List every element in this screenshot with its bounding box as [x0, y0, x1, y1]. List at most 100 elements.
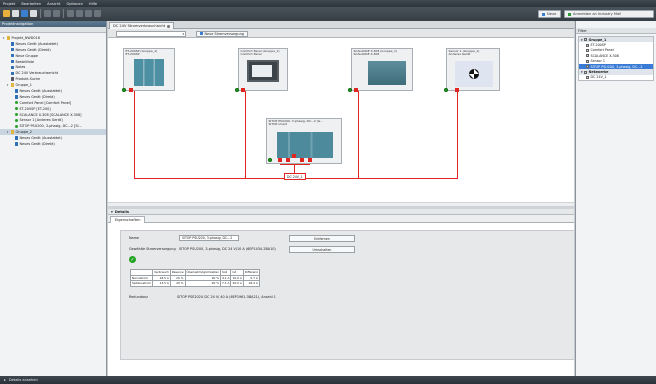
power-port[interactable]: [278, 158, 282, 162]
power-port[interactable]: [354, 88, 358, 92]
filter-checkbox[interactable]: ✓: [586, 54, 589, 58]
network-canvas[interactable]: ET-200SP (Gruppe_1) ET-200SP Comfort Pane…: [108, 38, 574, 206]
dc24v-bus-label[interactable]: DC 24V_1: [284, 173, 306, 180]
chevron-down-icon[interactable]: ▾: [581, 70, 583, 74]
toolbar-separator: [40, 9, 41, 18]
table-cell: 18.4 A: [242, 280, 260, 287]
check-ok-icon: ✓: [129, 256, 136, 263]
filter-checkbox[interactable]: ✓: [586, 75, 589, 79]
filter-checkbox[interactable]: ✓: [584, 38, 587, 42]
redo-icon[interactable]: [53, 10, 60, 17]
menu-item[interactable]: Optionen: [66, 2, 82, 6]
tree-item[interactable]: Neues Gerät (Direkt): [0, 141, 106, 147]
tree-item-label: Comfort Panel [Comfort Panel]: [19, 100, 72, 105]
paste-icon[interactable]: [85, 10, 92, 17]
power-port[interactable]: [241, 88, 245, 92]
device-et200sp[interactable]: ET-200SP (Gruppe_1) ET-200SP: [123, 48, 175, 91]
filter-item-label: DC 24V_1: [590, 75, 607, 80]
delete-icon[interactable]: [94, 10, 101, 17]
table-cell: 90 %: [184, 280, 221, 287]
item-icon: [10, 77, 14, 81]
switch-button[interactable]: Umschalten: [289, 246, 355, 253]
item-icon: [10, 59, 14, 64]
expand-toggle-icon[interactable]: ▾: [6, 83, 9, 87]
view-select[interactable]: ▾: [116, 30, 186, 37]
device-sensor-1[interactable]: Sensor 1 (Gruppe_1) Anderes Gerät: [446, 48, 500, 91]
save-icon[interactable]: [21, 10, 28, 17]
item-icon: [10, 65, 14, 70]
menu-item[interactable]: Projekt: [3, 2, 15, 6]
new-button[interactable]: Neue: [538, 10, 561, 18]
wire-scalance: [358, 90, 360, 179]
project-navigation-pane: Projektnavigation ▾ Projekt_NWD018 Neues G…: [0, 21, 107, 376]
filter-item[interactable]: ✓ SITOP PSU200, 3-phasig, DC...2: [579, 63, 653, 70]
status-text[interactable]: Details ansehen: [9, 378, 38, 382]
close-icon[interactable]: [167, 24, 171, 28]
tree-item-label: ET-200SP [ET-200]: [19, 106, 51, 111]
device-comfort-panel[interactable]: Comfort Panel (Gruppe_1) Comfort Panel: [238, 48, 288, 91]
open-icon[interactable]: [12, 10, 19, 17]
power-port[interactable]: [300, 158, 304, 162]
cut-icon[interactable]: [67, 10, 74, 17]
remove-button[interactable]: Entfernen: [289, 235, 355, 242]
filter-item-label: SITOP PSU200, 3-phasig, DC...2: [590, 64, 643, 69]
chevron-down-icon: ▾: [182, 31, 184, 36]
device-scalance-x308[interactable]: SCALANCE X-308 (Gruppe_1) SCALANCE X-308: [351, 48, 413, 91]
power-port[interactable]: [129, 88, 133, 92]
filter-checkbox[interactable]: ✓: [584, 70, 587, 74]
copy-icon[interactable]: [76, 10, 83, 17]
menu-item[interactable]: Hilfe: [89, 2, 97, 6]
item-icon: [10, 53, 14, 58]
power-port[interactable]: [308, 158, 312, 162]
redundancy-value: SITOP PSE202U DC 24 V/ 40 A (6EP1961-3BA…: [177, 295, 276, 299]
folder-icon: [10, 130, 14, 134]
filter-item[interactable]: ✓ DC 24V_1: [579, 75, 653, 80]
power-port[interactable]: [292, 154, 296, 158]
column-header: Reserve: [169, 269, 186, 276]
mall-icon: [568, 12, 571, 16]
power-port[interactable]: [455, 88, 459, 92]
expand-toggle-icon[interactable]: ▾: [2, 36, 5, 40]
hmi-screen: [252, 65, 272, 77]
wire-comfort: [245, 90, 247, 179]
device-name: Sensor 1 (Gruppe_1) Anderes Gerät: [449, 49, 480, 57]
redundancy-label: Redundanz: [129, 295, 148, 299]
print-icon[interactable]: [30, 10, 37, 17]
folder-icon: [6, 36, 10, 40]
toolbar-separator: [63, 9, 64, 18]
undo-icon[interactable]: [44, 10, 51, 17]
power-port[interactable]: [286, 158, 290, 162]
filter-checkbox[interactable]: ✓: [586, 65, 589, 69]
status-ok-icon: [122, 88, 126, 92]
item-icon: [14, 136, 18, 140]
tab-properties[interactable]: Eigenschaften: [110, 216, 146, 223]
filter-checkbox[interactable]: ✓: [586, 59, 589, 63]
new-power-supply-button[interactable]: Neue Stromversorgung: [196, 30, 248, 37]
wire-et200: [134, 90, 136, 179]
expand-toggle-icon[interactable]: ▾: [6, 130, 9, 134]
filter-list: ▾ ✓ Gruppe_1 ✓ ET-200SP ✓ Comfort Panel ✓ SCALAN…: [578, 36, 654, 82]
filter-checkbox[interactable]: ✓: [586, 48, 589, 52]
industry-mall-login-button[interactable]: Anmelden an Industry Mall: [564, 10, 654, 18]
tree-item-label: Sensor 1 [Anderes Gerät]: [19, 118, 63, 123]
tab-dc24v-view[interactable]: DC 24V Stromverbrauchsicht: [109, 22, 175, 29]
device-ok-icon: [14, 124, 18, 129]
menu-item[interactable]: Bearbeiten: [21, 2, 41, 6]
name-field[interactable]: SITOP PSU200, 3-phasig, DC...2: [179, 235, 239, 241]
properties-form: Name SITOP PSU200, 3-phasig, DC...2 Entf…: [120, 230, 575, 360]
menu-item[interactable]: Ansicht: [47, 2, 60, 6]
device-ok-icon: [14, 106, 18, 111]
device-type-line: SITOP smart: [268, 122, 287, 127]
new-icon: [542, 12, 545, 16]
device-type-line: ET-200SP: [125, 52, 140, 57]
device-type-line: SCALANCE X-308: [353, 52, 380, 57]
table-cell: 7.1 A: [220, 280, 232, 287]
table-cell: 20 %: [169, 280, 186, 287]
table-row: Spitzenstrom 13.5 A 20 % 90 % 7.1 A 20.0 A 18.…: [129, 280, 260, 287]
details-body: Name SITOP PSU200, 3-phasig, DC...2 Entf…: [108, 223, 575, 376]
project-tree: ▾ Projekt_NWD018 Neues Gerät (Ausstattet) N…: [0, 33, 106, 147]
new-project-icon[interactable]: [3, 10, 10, 17]
filter-checkbox[interactable]: ✓: [586, 43, 589, 47]
chevron-down-icon[interactable]: ▾: [581, 38, 583, 42]
new-button-label: Neue: [547, 12, 557, 16]
